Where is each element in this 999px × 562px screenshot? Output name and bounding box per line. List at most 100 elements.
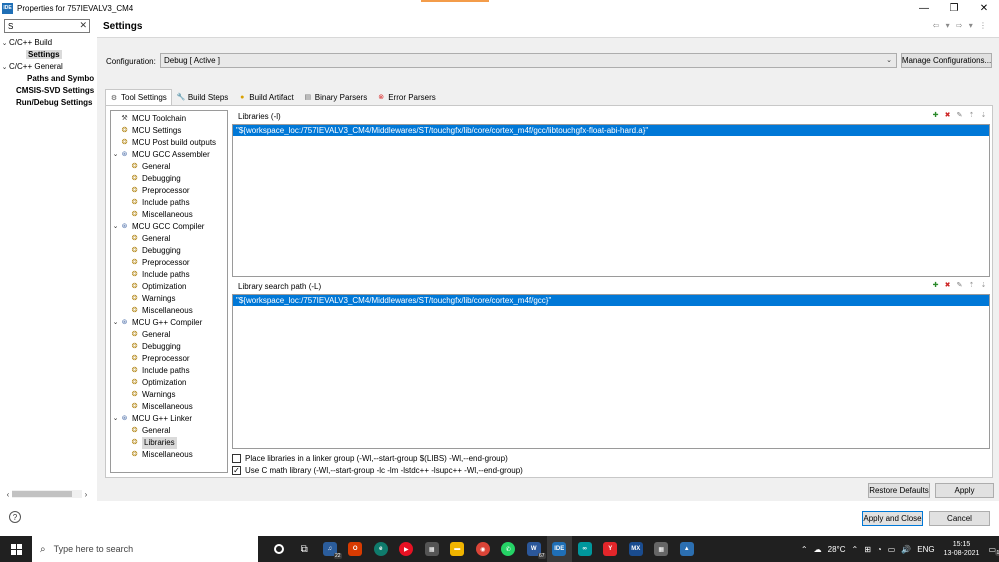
libraries-list[interactable]: "${workspace_loc:/757IEVALV3_CM4/Middlew… <box>232 124 990 277</box>
linker-group-checkbox-row[interactable]: Place libraries in a linker group (-Wl,-… <box>232 454 508 463</box>
move-up-icon[interactable]: ⇡ <box>967 280 976 289</box>
tool-tree-item[interactable]: ❂ General <box>111 161 227 173</box>
history-nav-icons[interactable]: ⇦ ▾ ⇨ ▾ ⋮ <box>933 21 989 30</box>
add-icon[interactable]: ✚ <box>931 280 940 289</box>
taskbar-search-box[interactable]: ⌕ Type here to search <box>32 536 258 562</box>
tool-tree-item[interactable]: ⚒ MCU Toolchain <box>111 113 227 125</box>
tool-tree-item[interactable]: ❂ Warnings <box>111 389 227 401</box>
calculator-icon[interactable]: ▦ <box>649 536 675 562</box>
chevron-up-icon[interactable]: ⌃ <box>852 545 859 554</box>
media-player-icon[interactable]: ▶ <box>394 536 420 562</box>
tool-tree-item[interactable]: ❂ General <box>111 233 227 245</box>
tool-tree-item[interactable]: ⌄ ⊛ MCU GCC Assembler <box>111 149 227 161</box>
scroll-right-icon[interactable]: › <box>82 490 90 499</box>
manage-configurations-button[interactable]: Manage Configurations... <box>901 53 992 68</box>
nav-item-settings[interactable]: Settings <box>0 49 95 61</box>
restore-defaults-button[interactable]: Restore Defaults <box>868 483 930 498</box>
configuration-select[interactable]: Debug [ Active ] ⌄ <box>160 53 897 68</box>
list-item[interactable]: "${workspace_loc:/757IEVALV3_CM4/Middlew… <box>233 295 989 306</box>
office-icon[interactable]: O <box>343 536 369 562</box>
chevron-down-icon[interactable]: ⌄ <box>111 221 120 233</box>
scroll-left-icon[interactable]: ‹ <box>4 490 12 499</box>
chevron-down-icon[interactable]: ⌄ <box>0 62 9 74</box>
apply-button[interactable]: Apply <box>935 483 994 498</box>
tab-build-steps[interactable]: 🔧 Build Steps <box>172 89 233 105</box>
close-button[interactable]: ✕ <box>969 0 999 16</box>
cancel-button[interactable]: Cancel <box>929 511 990 526</box>
c-math-library-checkbox-row[interactable]: ✓ Use C math library (-Wl,--start-group … <box>232 466 523 475</box>
move-up-icon[interactable]: ⇡ <box>967 110 976 119</box>
nav-item-cpp-general[interactable]: ⌄ C/C++ General <box>0 61 95 73</box>
task-view-icon[interactable]: ⧉ <box>292 536 318 562</box>
clear-filter-icon[interactable]: ✕ <box>79 20 87 31</box>
maximize-button[interactable]: ❐ <box>939 0 969 16</box>
move-down-icon[interactable]: ⇣ <box>979 110 988 119</box>
stm32cubeide-icon[interactable]: IDE <box>546 536 572 562</box>
tool-tree-item[interactable]: ❂ Include paths <box>111 365 227 377</box>
edge-icon[interactable]: e <box>368 536 394 562</box>
linker-group-checkbox[interactable] <box>232 454 241 463</box>
language-indicator[interactable]: ENG <box>917 545 934 554</box>
tool-tree-item[interactable]: ❂ MCU Settings <box>111 125 227 137</box>
file-explorer-icon[interactable]: ▬ <box>445 536 471 562</box>
clock[interactable]: 15:15 13-08-2021 <box>944 540 980 558</box>
battery-icon[interactable]: ▭ <box>888 545 896 554</box>
tool-tree-item[interactable]: ❂ Debugging <box>111 173 227 185</box>
chevron-down-icon[interactable]: ⌄ <box>111 149 120 161</box>
notification-center-icon[interactable]: ▭19 <box>988 545 999 556</box>
delete-icon[interactable]: ✖ <box>943 280 952 289</box>
edit-icon[interactable]: ✎ <box>955 280 964 289</box>
music-app-icon[interactable]: ♫ 22 <box>317 536 343 562</box>
chrome-icon[interactable]: ◉ <box>470 536 496 562</box>
move-down-icon[interactable]: ⇣ <box>979 280 988 289</box>
delete-icon[interactable]: ✖ <box>943 110 952 119</box>
help-icon[interactable]: ? <box>9 511 21 523</box>
tab-binary-parsers[interactable]: ▤ Binary Parsers <box>299 89 372 105</box>
tool-tree-item[interactable]: ❂ Miscellaneous <box>111 449 227 461</box>
apply-and-close-button[interactable]: Apply and Close <box>862 511 923 526</box>
tool-tree-item[interactable]: ❂ Include paths <box>111 269 227 281</box>
tool-tree-item[interactable]: ❂ Miscellaneous <box>111 305 227 317</box>
tool-tree-item[interactable]: ❂ General <box>111 425 227 437</box>
stm32cubemx-icon[interactable]: MX <box>623 536 649 562</box>
tool-tree-item[interactable]: ❂ Miscellaneous <box>111 401 227 413</box>
tool-tree-item[interactable]: ❂ Debugging <box>111 341 227 353</box>
tab-error-parsers[interactable]: ⊗ Error Parsers <box>372 89 441 105</box>
tray-apps-icon[interactable]: ⊞ <box>864 545 871 554</box>
photos-icon[interactable]: ▲ <box>674 536 700 562</box>
tab-build-artifact[interactable]: ● Build Artifact <box>233 89 298 105</box>
tool-tree-item[interactable]: ❂ Include paths <box>111 197 227 209</box>
store-icon[interactable]: ▦ <box>419 536 445 562</box>
tool-tree-item[interactable]: ❂ General <box>111 329 227 341</box>
arduino-icon[interactable]: ∞ <box>572 536 598 562</box>
minimize-button[interactable]: — <box>909 0 939 16</box>
yandex-icon[interactable]: Y <box>598 536 624 562</box>
show-hidden-icons-icon[interactable]: ⌃ <box>801 545 808 554</box>
chevron-down-icon[interactable]: ⌄ <box>0 38 9 50</box>
tool-tree-item[interactable]: ⌄ ⊛ MCU G++ Compiler <box>111 317 227 329</box>
weather-temperature[interactable]: 28°C <box>828 545 846 554</box>
whatsapp-icon[interactable]: ✆ <box>496 536 522 562</box>
tool-tree-item[interactable]: ❂ MCU Post build outputs <box>111 137 227 149</box>
nav-item-paths-and-symbols[interactable]: Paths and Symbo <box>0 73 95 85</box>
tool-tree-item[interactable]: ❂ Miscellaneous <box>111 209 227 221</box>
tool-tree-item[interactable]: ⌄ ⊛ MCU GCC Compiler <box>111 221 227 233</box>
volume-icon[interactable]: 🔊 <box>901 545 911 554</box>
add-icon[interactable]: ✚ <box>931 110 940 119</box>
tool-tree-item[interactable]: ❂ Libraries <box>111 437 227 449</box>
nav-item-run-debug[interactable]: Run/Debug Settings <box>0 97 95 109</box>
chevron-down-icon[interactable]: ⌄ <box>111 317 120 329</box>
scroll-thumb[interactable] <box>12 491 72 497</box>
filter-box[interactable]: ✕ <box>4 19 90 33</box>
library-search-path-list[interactable]: "${workspace_loc:/757IEVALV3_CM4/Middlew… <box>232 294 990 449</box>
tool-tree-item[interactable]: ❂ Preprocessor <box>111 353 227 365</box>
c-math-library-checkbox[interactable]: ✓ <box>232 466 241 475</box>
tool-tree-item[interactable]: ❂ Optimization <box>111 377 227 389</box>
network-icon[interactable]: ◔ <box>877 545 882 554</box>
word-icon[interactable]: W 67 <box>521 536 547 562</box>
tab-tool-settings[interactable]: ⚙ Tool Settings <box>105 89 172 105</box>
tool-tree-item[interactable]: ❂ Preprocessor <box>111 185 227 197</box>
edit-icon[interactable]: ✎ <box>955 110 964 119</box>
tool-tree-item[interactable]: ❂ Preprocessor <box>111 257 227 269</box>
nav-item-cmsis-svd[interactable]: CMSIS-SVD Settings <box>0 85 95 97</box>
